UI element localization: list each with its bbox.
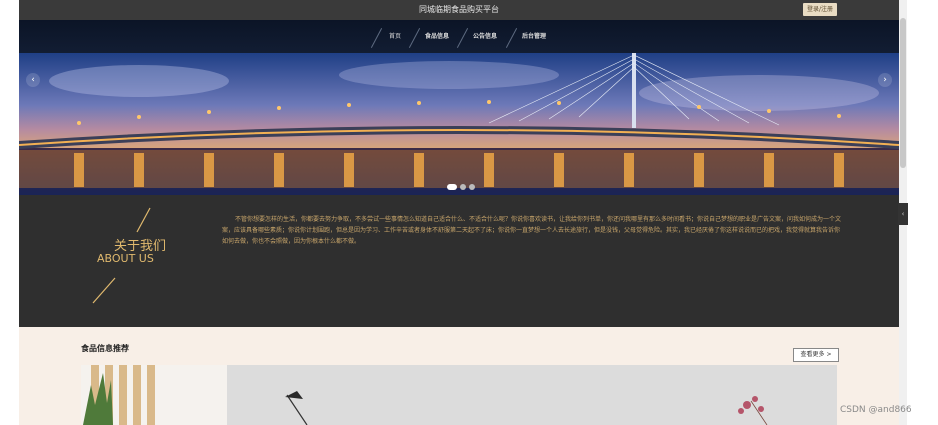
carousel-next-icon[interactable]: › bbox=[878, 73, 892, 87]
nav-item-home[interactable]: 首页 bbox=[389, 20, 401, 53]
watermark: CSDN @and866 bbox=[840, 405, 912, 415]
about-subtitle: ABOUT US bbox=[97, 252, 154, 265]
nav-divider bbox=[408, 28, 421, 48]
nav-divider bbox=[456, 28, 469, 48]
browser-frame: 同城临期食品购买平台 登录/注册 首页 食品信息 公告信息 后台管理 ‹ › 关… bbox=[19, 0, 899, 425]
login-register-button[interactable]: 登录/注册 bbox=[803, 3, 837, 16]
scrollbar-thumb[interactable] bbox=[900, 18, 906, 168]
nav-item-notices[interactable]: 公告信息 bbox=[473, 20, 497, 53]
food-card-image bbox=[227, 365, 837, 425]
carousel-prev-icon[interactable]: ‹ bbox=[26, 73, 40, 87]
carousel-dot-active[interactable] bbox=[447, 184, 457, 190]
top-bar: 同城临期食品购买平台 登录/注册 bbox=[19, 0, 899, 20]
main-nav: 首页 食品信息 公告信息 后台管理 bbox=[19, 20, 899, 53]
nav-item-admin[interactable]: 后台管理 bbox=[522, 20, 546, 53]
banner-image bbox=[19, 53, 899, 195]
banner-carousel[interactable]: ‹ › bbox=[19, 53, 899, 195]
side-collapse-icon[interactable]: ‹ bbox=[898, 203, 908, 225]
about-section: 关于我们 ABOUT US 不管你想要怎样的生活，你都要去努力争取，不多尝试一些… bbox=[19, 195, 899, 327]
nav-divider bbox=[505, 28, 518, 48]
section-title: 食品信息推荐 bbox=[81, 344, 129, 353]
carousel-dot[interactable] bbox=[460, 184, 466, 190]
nav-item-food-info[interactable]: 食品信息 bbox=[425, 20, 449, 53]
site-title: 同城临期食品购买平台 bbox=[419, 5, 499, 14]
food-card[interactable] bbox=[81, 365, 227, 425]
food-recommend-section: 食品信息推荐 查看更多 > bbox=[19, 327, 899, 425]
food-card[interactable] bbox=[227, 365, 837, 425]
view-more-button[interactable]: 查看更多 > bbox=[793, 348, 839, 362]
about-text: 不管你想要怎样的生活，你都要去努力争取，不多尝试一些事情怎么知道自己适合什么、不… bbox=[222, 216, 842, 245]
food-card-image bbox=[81, 365, 227, 425]
nav-divider bbox=[370, 28, 383, 48]
carousel-dot[interactable] bbox=[469, 184, 475, 190]
